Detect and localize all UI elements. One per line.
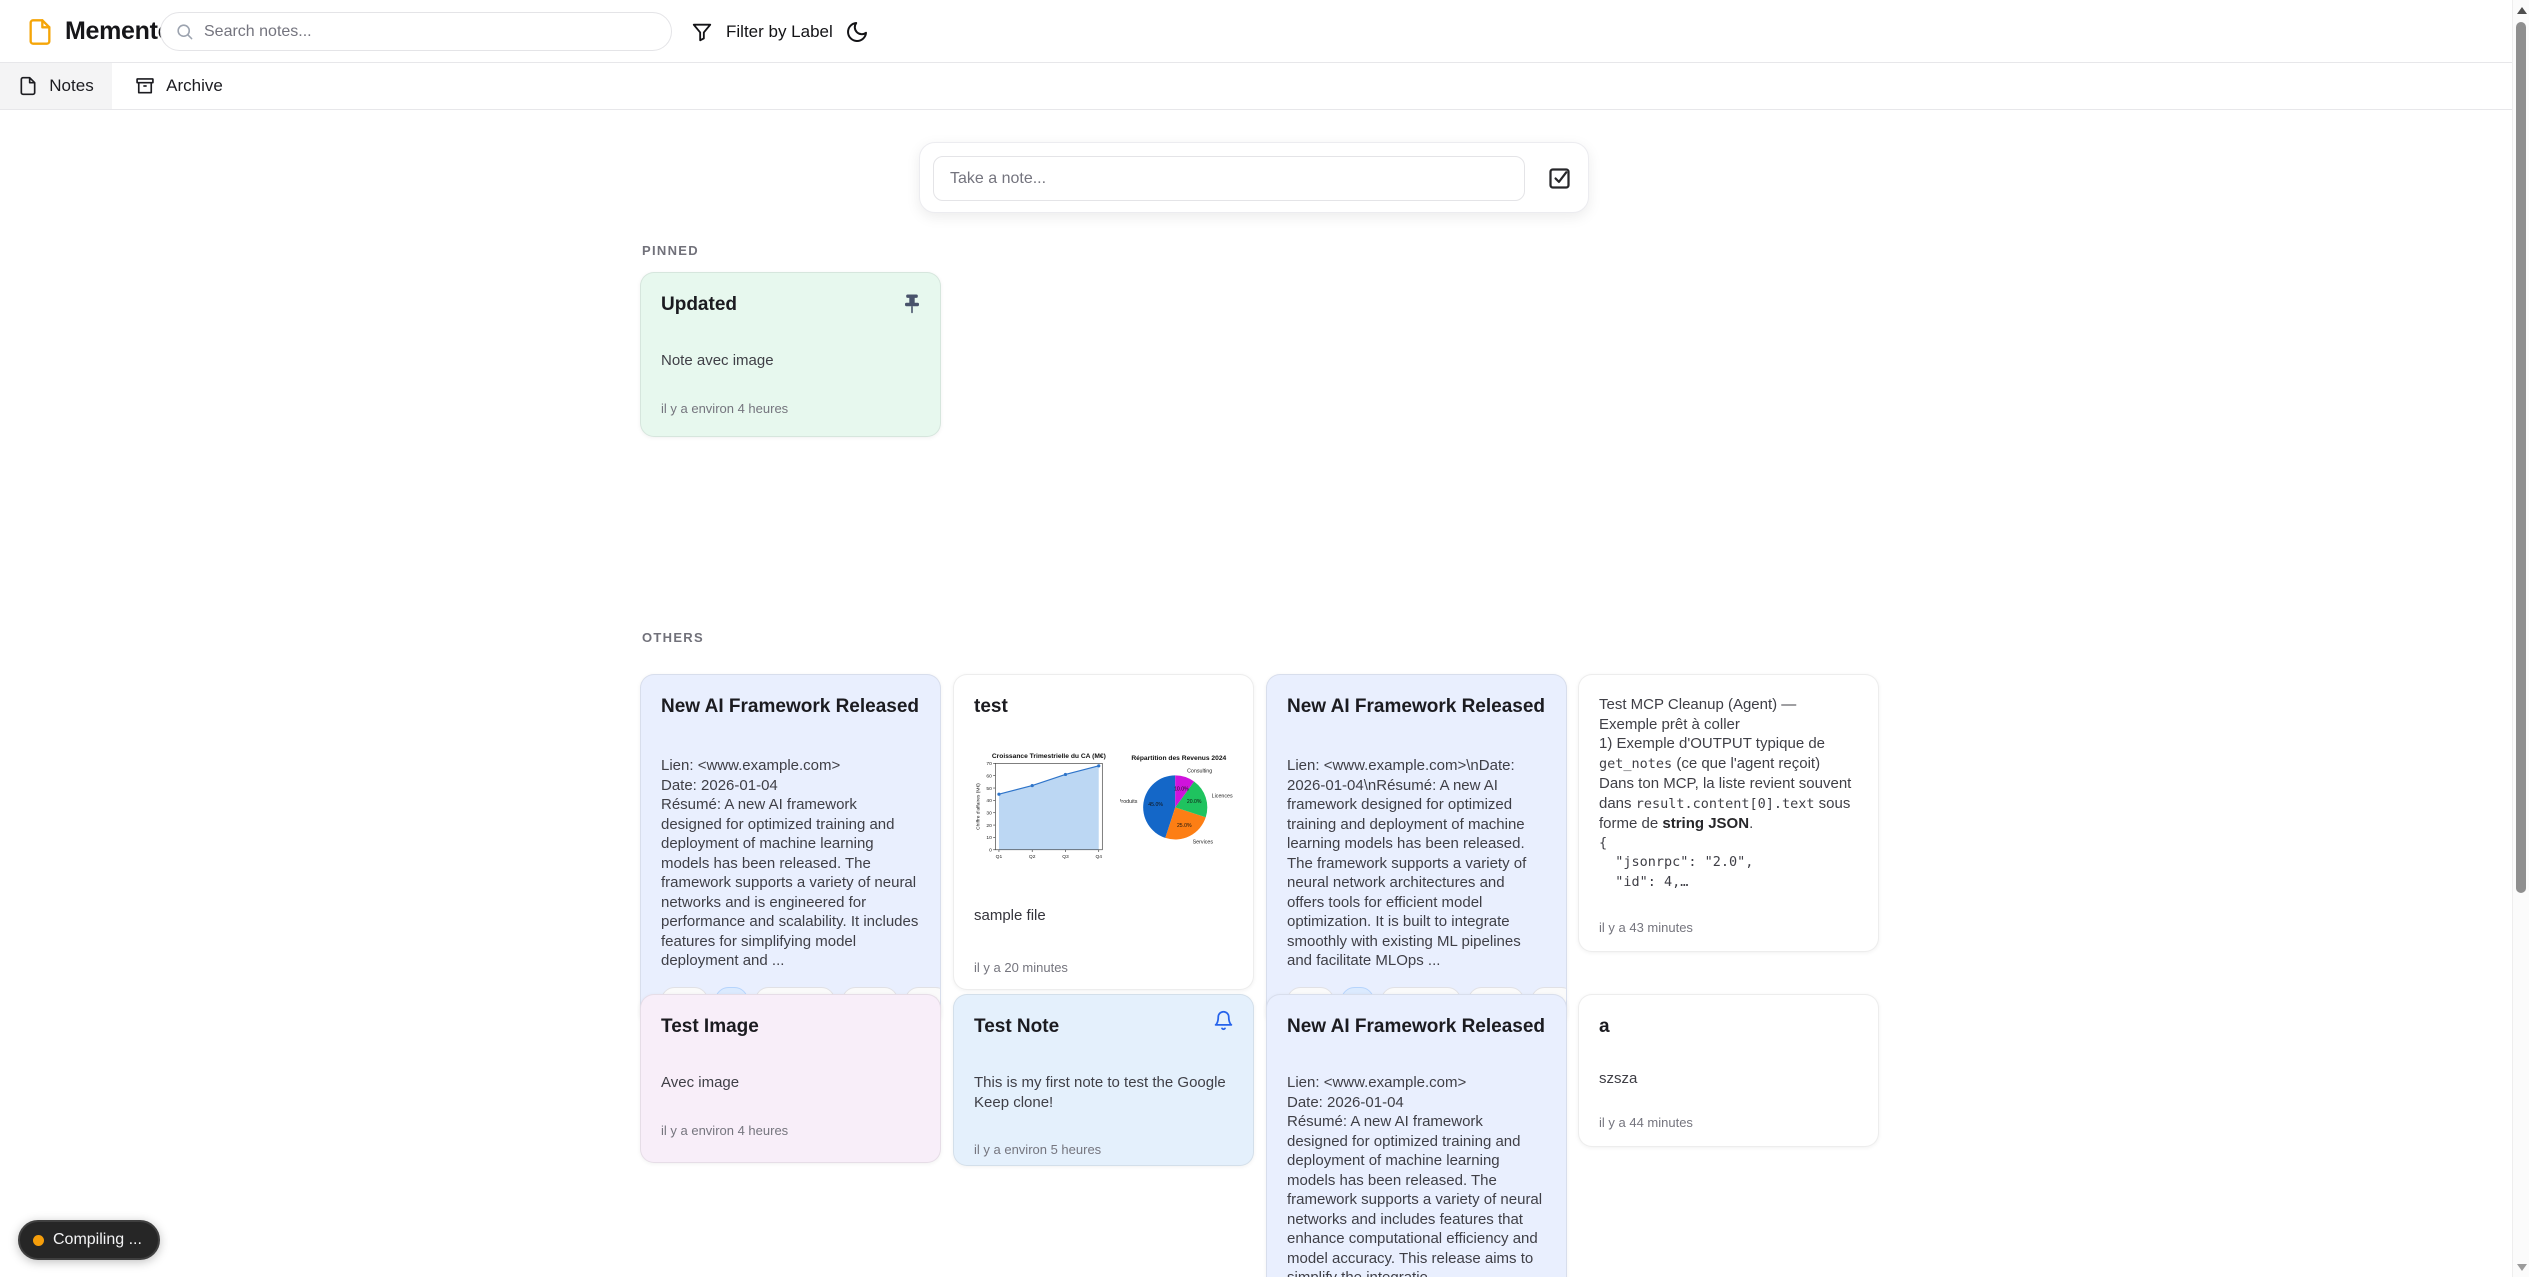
note-title: test bbox=[974, 695, 1233, 719]
svg-text:Services: Services bbox=[1192, 839, 1213, 845]
filter-label: Filter by Label bbox=[726, 22, 833, 42]
compiling-badge[interactable]: Compiling ... bbox=[18, 1220, 160, 1260]
note-body: Lien: <www.example.com> Date: 2026-01-04… bbox=[1287, 1073, 1546, 1277]
svg-text:0: 0 bbox=[989, 848, 992, 854]
note-title: Test Image bbox=[661, 1015, 920, 1039]
tab-label: Notes bbox=[49, 76, 93, 96]
note-time: il y a 44 minutes bbox=[1599, 1115, 1858, 1130]
note-title: New AI Framework Released bbox=[1287, 695, 1546, 719]
note-time: il y a 20 minutes bbox=[974, 960, 1233, 975]
note-card-updated[interactable]: Updated Note avec image il y a environ 4… bbox=[640, 272, 941, 437]
note-title: Updated bbox=[661, 293, 920, 317]
reminder-bell-icon[interactable] bbox=[1213, 1009, 1235, 1031]
note-body: Lien: <www.example.com>\nDate: 2026-01-0… bbox=[1287, 756, 1546, 971]
svg-text:Q3: Q3 bbox=[1062, 854, 1069, 860]
checklist-button[interactable] bbox=[1546, 165, 1573, 192]
note-card-a[interactable]: a szsza il y a 44 minutes bbox=[1578, 994, 1879, 1147]
svg-text:45.0%: 45.0% bbox=[1148, 802, 1163, 808]
app-title: Memento bbox=[65, 17, 173, 46]
note-body: This is my first note to test the Google… bbox=[974, 1073, 1233, 1112]
note-card-ai-framework-3[interactable]: New AI Framework Released Lien: <www.exa… bbox=[1266, 994, 1567, 1277]
note-time: il y a environ 4 heures bbox=[661, 401, 920, 416]
note-card-test-note[interactable]: Test Note This is my first note to test … bbox=[953, 994, 1254, 1166]
note-title: New AI Framework Released bbox=[661, 695, 920, 719]
revenue-pie-chart: 45.0% Produits 25.0% Services 20.0% Licences 1… bbox=[1120, 745, 1233, 860]
svg-text:10: 10 bbox=[986, 835, 992, 841]
archive-icon bbox=[135, 76, 155, 96]
theme-toggle-button[interactable] bbox=[845, 17, 875, 47]
note-body: Lien: <www.example.com> Date: 2026-01-04… bbox=[661, 756, 920, 971]
scrollbar bbox=[2512, 0, 2529, 1277]
memento-app: Memento Filter by Label Notes Archive bbox=[0, 0, 2529, 1277]
svg-text:Q4: Q4 bbox=[1095, 854, 1102, 860]
svg-text:Chiffre d'affaires (M€): Chiffre d'affaires (M€) bbox=[975, 783, 981, 830]
tab-label: Archive bbox=[166, 76, 223, 96]
note-card-test-image[interactable]: Test Image Avec image il y a environ 4 h… bbox=[640, 994, 941, 1163]
svg-text:10.0%: 10.0% bbox=[1174, 786, 1189, 792]
svg-text:Consulting: Consulting bbox=[1187, 769, 1212, 775]
svg-text:Produits: Produits bbox=[1120, 799, 1138, 805]
compiling-label: Compiling ... bbox=[53, 1231, 142, 1249]
moon-icon bbox=[845, 20, 869, 44]
svg-text:20.0%: 20.0% bbox=[1187, 799, 1202, 805]
svg-text:20: 20 bbox=[986, 823, 992, 829]
file-icon bbox=[18, 76, 38, 96]
note-composer bbox=[919, 142, 1589, 213]
compiling-dot bbox=[33, 1235, 44, 1246]
note-card-mcp-cleanup[interactable]: Test MCP Cleanup (Agent) — Exemple prêt … bbox=[1578, 674, 1879, 952]
filter-by-label-button[interactable]: Filter by Label bbox=[691, 0, 833, 63]
search-input[interactable] bbox=[204, 23, 634, 41]
tab-bar: Notes Archive bbox=[0, 63, 2529, 110]
mcp-inline-code: result.content[0].text bbox=[1636, 796, 1815, 812]
search-icon bbox=[175, 22, 194, 41]
svg-text:Licences: Licences bbox=[1212, 793, 1233, 799]
svg-text:30: 30 bbox=[986, 811, 992, 817]
section-label-others: OTHERS bbox=[642, 630, 704, 645]
note-card-test[interactable]: test 0 10 20 30 40 50 60 70 Q1 Q2 Q3 Q4 Croissance T… bbox=[953, 674, 1254, 990]
mcp-code-block: { "jsonrpc": "2.0", "id": 4,… bbox=[1599, 834, 1858, 893]
note-time: il y a environ 4 heures bbox=[661, 1123, 920, 1138]
svg-text:Répartition des Revenus 2024: Répartition des Revenus 2024 bbox=[1131, 755, 1226, 762]
composer-input[interactable] bbox=[933, 156, 1525, 201]
note-time: il y a environ 5 heures bbox=[974, 1142, 1233, 1157]
note-title: a bbox=[1599, 1015, 1858, 1039]
note-time: il y a 43 minutes bbox=[1599, 920, 1858, 935]
svg-text:50: 50 bbox=[986, 786, 992, 792]
app-header: Memento Filter by Label bbox=[0, 0, 2529, 63]
attachment-label: sample file bbox=[974, 907, 1233, 924]
svg-text:Q1: Q1 bbox=[996, 854, 1003, 860]
note-attachments: 0 10 20 30 40 50 60 70 Q1 Q2 Q3 Q4 Croissance Trimes… bbox=[974, 743, 1233, 871]
filter-icon bbox=[691, 21, 713, 43]
svg-text:Croissance Trimestrielle du CA: Croissance Trimestrielle du CA (M€) bbox=[992, 753, 1106, 760]
scroll-down-arrow[interactable] bbox=[2517, 1264, 2527, 1271]
svg-text:70: 70 bbox=[986, 761, 992, 767]
mcp-line1: Test MCP Cleanup (Agent) — Exemple prêt … bbox=[1599, 696, 1796, 733]
pin-icon[interactable] bbox=[900, 291, 926, 317]
checklist-icon bbox=[1546, 165, 1573, 192]
app-logo: Memento bbox=[26, 0, 173, 63]
svg-text:Q2: Q2 bbox=[1029, 854, 1036, 860]
section-label-pinned: PINNED bbox=[642, 243, 699, 258]
note-body: Avec image bbox=[661, 1073, 920, 1093]
tab-archive[interactable]: Archive bbox=[112, 63, 246, 109]
note-card-ai-framework-2[interactable]: New AI Framework Released Lien: <www.exa… bbox=[1266, 674, 1567, 1026]
note-body: szsza bbox=[1599, 1069, 1858, 1089]
note-title: New AI Framework Released bbox=[1287, 1015, 1546, 1039]
search-box bbox=[160, 12, 672, 51]
note-card-ai-framework-1[interactable]: New AI Framework Released Lien: <www.exa… bbox=[640, 674, 941, 1026]
scroll-up-arrow[interactable] bbox=[2517, 7, 2527, 14]
mcp-line2: 1) Exemple d'OUTPUT typique de bbox=[1599, 735, 1825, 752]
note-logo-icon bbox=[26, 18, 54, 46]
note-title: Test Note bbox=[974, 1015, 1233, 1039]
mcp-inline-code: get_notes bbox=[1599, 756, 1672, 772]
tab-notes[interactable]: Notes bbox=[0, 63, 112, 109]
scrollbar-thumb[interactable] bbox=[2516, 22, 2526, 893]
note-body: Note avec image bbox=[661, 351, 920, 371]
svg-text:40: 40 bbox=[986, 798, 992, 804]
svg-text:25.0%: 25.0% bbox=[1177, 823, 1192, 829]
revenue-line-chart: 0 10 20 30 40 50 60 70 Q1 Q2 Q3 Q4 Croissance Trimes… bbox=[974, 743, 1106, 871]
note-body: Test MCP Cleanup (Agent) — Exemple prêt … bbox=[1599, 695, 1858, 834]
svg-text:60: 60 bbox=[986, 773, 992, 779]
